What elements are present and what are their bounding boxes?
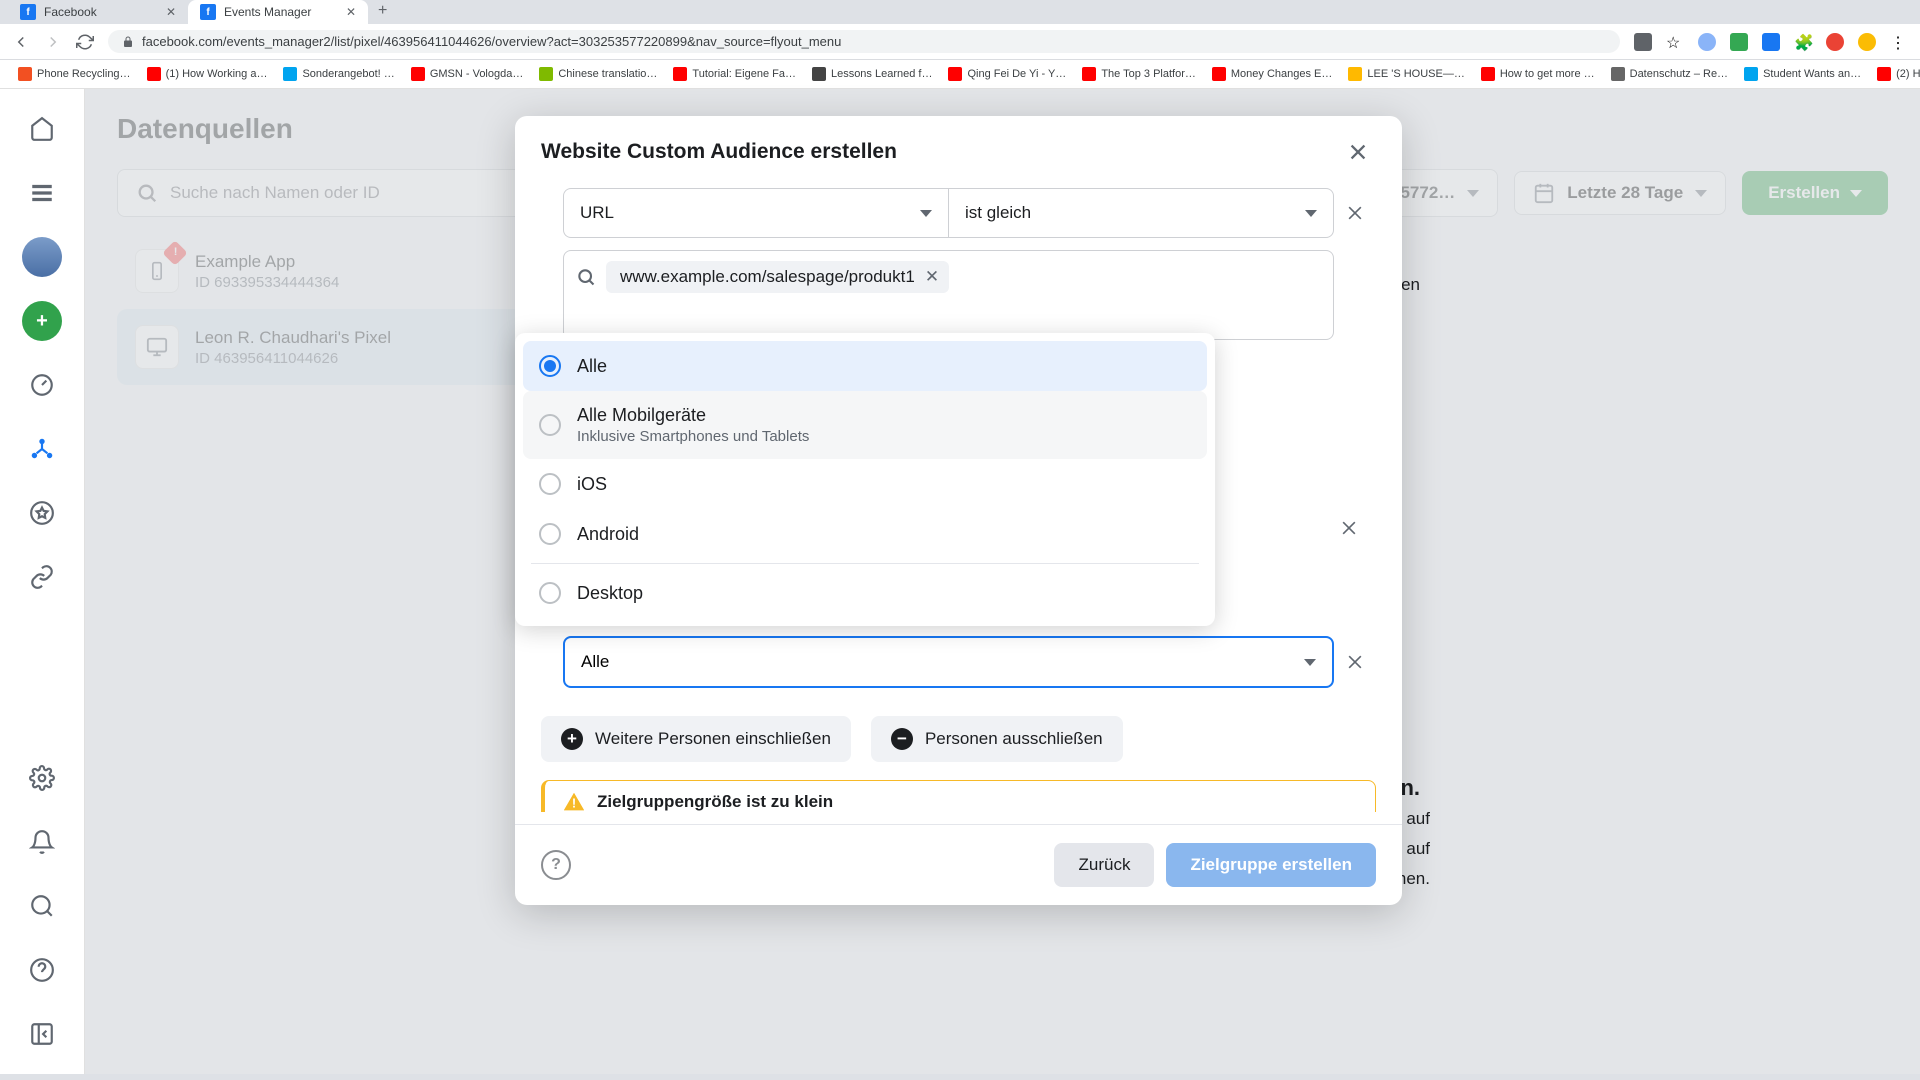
new-tab-button[interactable]: + xyxy=(368,0,397,24)
ext-icon[interactable] xyxy=(1698,33,1716,51)
bookmark-item[interactable]: Datenschutz – Re… xyxy=(1605,64,1734,84)
remove-chip-button[interactable]: ✕ xyxy=(925,267,939,287)
bookmark-item[interactable]: Qing Fei De Yi - Y… xyxy=(942,64,1072,84)
bookmark-item[interactable]: Money Changes E… xyxy=(1206,64,1339,84)
bookmark-item[interactable]: (2) How To Add A… xyxy=(1871,64,1920,84)
back-button[interactable]: Zurück xyxy=(1054,843,1154,887)
create-audience-button[interactable]: Zielgruppe erstellen xyxy=(1166,843,1376,887)
tab-strip: f Facebook ✕ f Events Manager ✕ + xyxy=(0,0,1920,24)
plus-icon: + xyxy=(561,728,583,750)
device-option[interactable]: Android xyxy=(523,509,1207,559)
exclude-button[interactable]: − Personen ausschließen xyxy=(871,716,1123,762)
bookmark-item[interactable]: Sonderangebot! … xyxy=(277,64,400,84)
bookmark-item[interactable]: (1) How Working a… xyxy=(141,64,274,84)
bookmark-item[interactable]: Student Wants an… xyxy=(1738,64,1867,84)
gear-icon[interactable] xyxy=(22,758,62,798)
ext-icon[interactable] xyxy=(1730,33,1748,51)
warning-banner: ! Zielgruppengröße ist zu klein xyxy=(541,780,1376,812)
search-icon xyxy=(576,267,596,287)
ext-icon[interactable] xyxy=(1826,33,1844,51)
radio-icon xyxy=(539,355,561,377)
left-nav-rail: + xyxy=(0,89,85,1074)
collapse-icon[interactable] xyxy=(22,1014,62,1054)
url-chip: www.example.com/salespage/produkt1 ✕ xyxy=(606,261,949,293)
chevron-down-icon xyxy=(920,210,932,217)
menu-icon[interactable] xyxy=(22,173,62,213)
chevron-down-icon xyxy=(1304,659,1316,666)
ext-icon[interactable]: 🧩 xyxy=(1794,33,1812,51)
ext-icon[interactable] xyxy=(1762,33,1780,51)
tab-title: Facebook xyxy=(44,5,97,19)
device-option[interactable]: Desktop xyxy=(523,568,1207,618)
radio-icon xyxy=(539,414,561,436)
device-select[interactable]: Alle xyxy=(563,636,1334,688)
minus-icon: − xyxy=(891,728,913,750)
address-bar: facebook.com/events_manager2/list/pixel/… xyxy=(0,24,1920,60)
ext-icon[interactable]: ⋮ xyxy=(1890,33,1908,51)
warning-icon: ! xyxy=(563,791,585,813)
bookmark-item[interactable]: GMSN - Vologda… xyxy=(405,64,530,84)
custom-audience-modal: Website Custom Audience erstellen URL is… xyxy=(515,116,1402,905)
chevron-down-icon xyxy=(1305,210,1317,217)
bookmark-bar: Phone Recycling…(1) How Working a…Sonder… xyxy=(0,60,1920,89)
bookmark-item[interactable]: Lessons Learned f… xyxy=(806,64,939,84)
device-options-popover: Alle Alle Mobilgeräte Inklusive Smartpho… xyxy=(515,333,1215,626)
svg-text:!: ! xyxy=(572,795,576,810)
back-icon[interactable] xyxy=(12,33,30,51)
radio-icon xyxy=(539,523,561,545)
bookmark-item[interactable]: The Top 3 Platfor… xyxy=(1076,64,1202,84)
device-option[interactable]: Alle Mobilgeräte Inklusive Smartphones u… xyxy=(523,391,1207,459)
avatar[interactable] xyxy=(22,237,62,277)
help-icon[interactable]: ? xyxy=(541,850,571,880)
bookmark-item[interactable]: How to get more … xyxy=(1475,64,1601,84)
bookmark-item[interactable]: Phone Recycling… xyxy=(12,64,137,84)
close-icon[interactable]: ✕ xyxy=(166,5,176,19)
device-option[interactable]: iOS xyxy=(523,459,1207,509)
radio-icon xyxy=(539,473,561,495)
radio-icon xyxy=(539,582,561,604)
close-icon[interactable]: ✕ xyxy=(346,5,356,19)
bookmark-item[interactable]: LEE 'S HOUSE—… xyxy=(1342,64,1470,84)
star-icon[interactable] xyxy=(22,493,62,533)
gauge-icon[interactable] xyxy=(22,365,62,405)
bell-icon[interactable] xyxy=(22,822,62,862)
divider xyxy=(531,563,1199,564)
ext-icon[interactable] xyxy=(1858,33,1876,51)
modal-header: Website Custom Audience erstellen xyxy=(515,116,1402,188)
operator-select[interactable]: ist gleich xyxy=(948,188,1334,238)
url-field-select[interactable]: URL xyxy=(563,188,948,238)
link-icon[interactable] xyxy=(22,557,62,597)
url-condition-row: URL ist gleich xyxy=(563,188,1376,238)
url-text: facebook.com/events_manager2/list/pixel/… xyxy=(142,34,841,49)
help-icon[interactable] xyxy=(22,950,62,990)
ext-icon[interactable]: ☆ xyxy=(1666,33,1684,51)
remove-device-button[interactable] xyxy=(1334,652,1376,672)
extension-icons: ☆ 🧩 ⋮ xyxy=(1634,33,1908,51)
url-value-input[interactable]: www.example.com/salespage/produkt1 ✕ xyxy=(563,250,1334,340)
include-exclude-row: + Weitere Personen einschließen − Person… xyxy=(515,698,1402,780)
tab-title: Events Manager xyxy=(224,5,311,19)
add-button[interactable]: + xyxy=(22,301,62,341)
ext-icon[interactable] xyxy=(1634,33,1652,51)
forward-icon[interactable] xyxy=(44,33,62,51)
include-more-button[interactable]: + Weitere Personen einschließen xyxy=(541,716,851,762)
reload-icon[interactable] xyxy=(76,33,94,51)
search-icon[interactable] xyxy=(22,886,62,926)
home-icon[interactable] xyxy=(22,109,62,149)
url-input[interactable]: facebook.com/events_manager2/list/pixel/… xyxy=(108,30,1620,53)
remove-condition-button[interactable] xyxy=(1334,203,1376,223)
modal-footer: ? Zurück Zielgruppe erstellen xyxy=(515,824,1402,905)
modal-body: URL ist gleich www.example.com/salespage… xyxy=(515,188,1402,698)
close-button[interactable] xyxy=(1340,134,1376,170)
browser-tab[interactable]: f Events Manager ✕ xyxy=(188,0,368,24)
browser-tab[interactable]: f Facebook ✕ xyxy=(8,0,188,24)
data-sources-icon[interactable] xyxy=(22,429,62,469)
bookmark-item[interactable]: Chinese translatio… xyxy=(533,64,663,84)
device-option[interactable]: Alle xyxy=(523,341,1207,391)
bookmark-item[interactable]: Tutorial: Eigene Fa… xyxy=(667,64,802,84)
modal-title: Website Custom Audience erstellen xyxy=(541,140,897,164)
browser-chrome: f Facebook ✕ f Events Manager ✕ + facebo… xyxy=(0,0,1920,89)
